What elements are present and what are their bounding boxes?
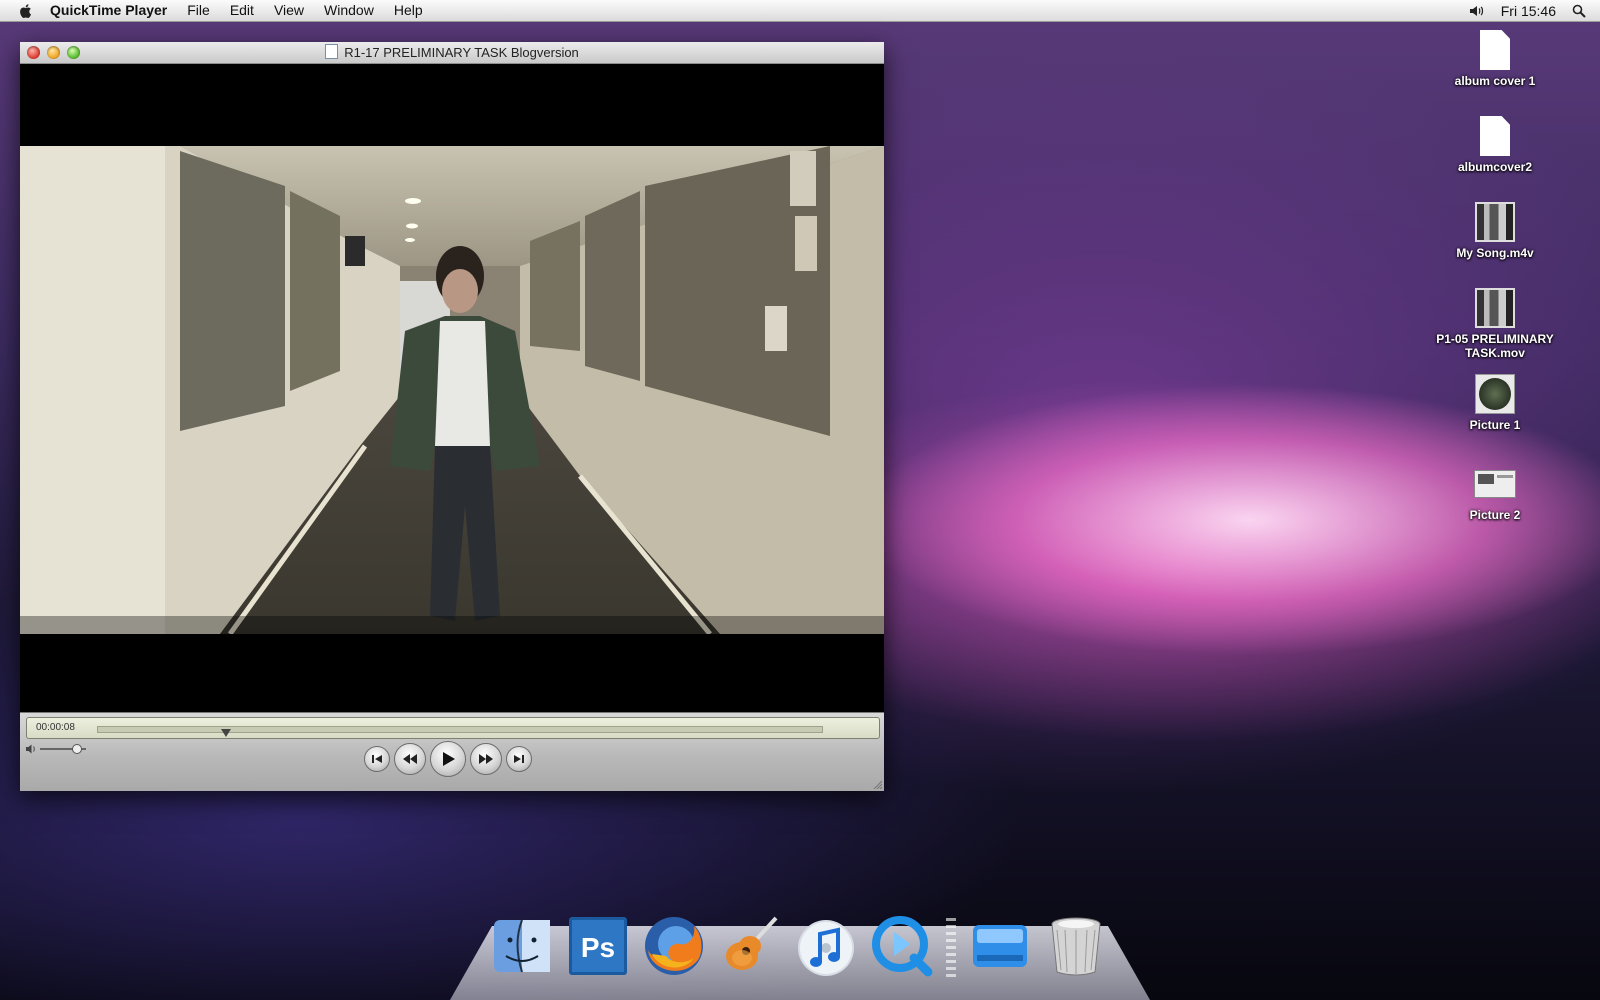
- quicktime-icon: [872, 916, 933, 977]
- menu-edit[interactable]: Edit: [220, 0, 264, 21]
- itunes-icon: [798, 920, 854, 976]
- menu-help[interactable]: Help: [384, 0, 433, 21]
- dock: Ps: [490, 888, 1108, 978]
- transport-buttons: [364, 741, 532, 777]
- skip-start-icon: [372, 755, 382, 763]
- skip-end-icon: [514, 755, 524, 763]
- quicktime-window: R1-17 PRELIMINARY TASK Blogversion 00:00…: [20, 42, 884, 791]
- desktop-icon-albumcover2[interactable]: albumcover2: [1430, 116, 1560, 174]
- document-icon: [1480, 116, 1510, 156]
- menu-bar: QuickTime Player File Edit View Window H…: [0, 0, 1600, 22]
- window-titlebar[interactable]: R1-17 PRELIMINARY TASK Blogversion: [20, 42, 884, 64]
- speaker-icon[interactable]: [1469, 4, 1485, 18]
- fast-forward-icon: [479, 754, 493, 764]
- timecode: 00:00:08: [36, 722, 75, 733]
- play-icon: [443, 752, 455, 766]
- desktop-icon-label: albumcover2: [1457, 160, 1533, 174]
- desktop-icon-my-song[interactable]: My Song.m4v: [1430, 202, 1560, 260]
- scrubber-track[interactable]: [97, 726, 823, 737]
- spotlight-icon[interactable]: [1572, 4, 1586, 18]
- movie-file-icon: [325, 44, 339, 59]
- fast-forward-button[interactable]: [470, 743, 502, 775]
- garageband-icon: [726, 916, 778, 970]
- volume-slider-knob[interactable]: [71, 744, 82, 754]
- dock-item-drive[interactable]: [968, 914, 1032, 978]
- dock-item-trash[interactable]: [1044, 914, 1108, 978]
- resize-grip-icon[interactable]: [872, 779, 882, 789]
- firefox-icon: [645, 917, 703, 975]
- menu-file[interactable]: File: [177, 0, 220, 21]
- desktop-icon-label: My Song.m4v: [1456, 246, 1534, 260]
- dock-item-firefox[interactable]: [642, 914, 706, 978]
- menu-extras: Fri 15:46: [1469, 0, 1586, 21]
- movie-icon: [1475, 202, 1515, 242]
- go-to-start-button[interactable]: [364, 746, 390, 772]
- desktop-icon-label: P1-05 PRELIMINARY TASK.mov: [1436, 332, 1554, 360]
- desktop-icon-label: album cover 1: [1454, 74, 1536, 88]
- menu-app-name[interactable]: QuickTime Player: [48, 0, 177, 21]
- desktop-icon-album-cover-1[interactable]: album cover 1: [1430, 30, 1560, 88]
- video-frame[interactable]: [20, 146, 884, 634]
- video-area[interactable]: [20, 64, 884, 712]
- playback-controls: 00:00:08: [20, 712, 884, 791]
- dock-item-finder[interactable]: [490, 914, 554, 978]
- close-button[interactable]: [27, 46, 40, 59]
- document-icon: [1480, 30, 1510, 70]
- playhead-handle[interactable]: [221, 729, 232, 737]
- window-controls: [27, 46, 80, 59]
- finder-icon: [494, 919, 550, 973]
- image-icon: [1475, 374, 1515, 414]
- zoom-button[interactable]: [67, 46, 80, 59]
- hallway-video-image: [20, 146, 884, 634]
- volume-control: [26, 743, 96, 755]
- apple-menu-icon[interactable]: [18, 3, 34, 19]
- menu-clock[interactable]: Fri 15:46: [1501, 3, 1556, 19]
- menu-window[interactable]: Window: [314, 0, 384, 21]
- screenshot-icon: [1474, 470, 1516, 498]
- volume-icon: [26, 744, 35, 754]
- photoshop-logo-text: Ps: [581, 932, 615, 963]
- rewind-icon: [403, 754, 417, 764]
- dock-item-photoshop[interactable]: Ps: [566, 914, 630, 978]
- desktop-icon-picture-2[interactable]: Picture 2: [1430, 470, 1560, 522]
- minimize-button[interactable]: [47, 46, 60, 59]
- lcd-display: 00:00:08: [26, 717, 880, 739]
- window-title: R1-17 PRELIMINARY TASK Blogversion: [344, 45, 579, 60]
- dock-item-quicktime[interactable]: [870, 914, 934, 978]
- dock-separator: [946, 918, 956, 978]
- play-button[interactable]: [430, 741, 466, 777]
- movie-icon: [1475, 288, 1515, 328]
- desktop-icon-p1-05[interactable]: P1-05 PRELIMINARY TASK.mov: [1430, 288, 1560, 360]
- desktop-icon-label: Picture 2: [1469, 508, 1521, 522]
- dock-item-itunes[interactable]: [794, 914, 858, 978]
- desktop-icon-label: Picture 1: [1469, 418, 1521, 432]
- rewind-button[interactable]: [394, 743, 426, 775]
- dock-item-garageband[interactable]: [718, 914, 782, 978]
- desktop-icon-picture-1[interactable]: Picture 1: [1430, 374, 1560, 432]
- photoshop-icon: Ps: [569, 917, 627, 975]
- go-to-end-button[interactable]: [506, 746, 532, 772]
- trash-icon: [1051, 917, 1101, 976]
- menu-view[interactable]: View: [264, 0, 314, 21]
- drive-icon: [973, 925, 1027, 967]
